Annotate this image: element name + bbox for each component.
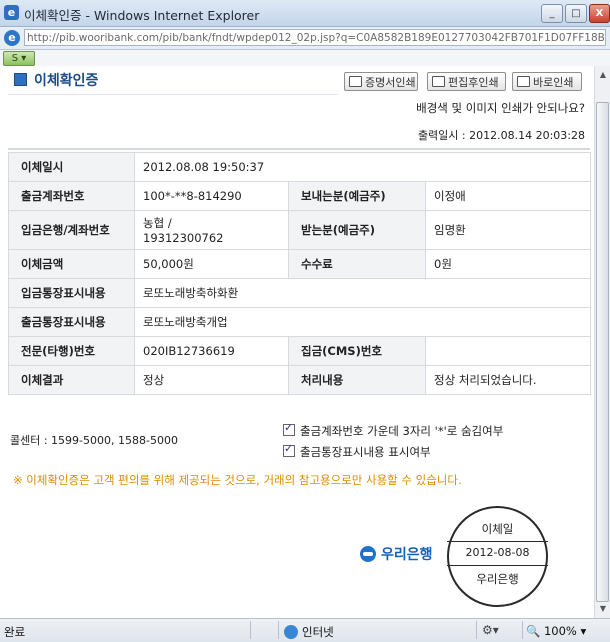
security-zone: 인터넷 bbox=[284, 624, 334, 640]
scroll-thumb[interactable] bbox=[596, 102, 609, 602]
deposit-bank: 농협 / bbox=[143, 216, 172, 230]
table-row: 입금은행/계좌번호 농협 /19312300762 받는분(예금주) 임명환 bbox=[8, 210, 592, 250]
row-label: 이체일시 bbox=[8, 152, 135, 182]
table-row: 입금통장표시내용 로또노래방축하화환 bbox=[8, 278, 592, 308]
row-label: 입금통장표시내용 bbox=[8, 278, 135, 308]
seal-bottom-text: 우리은행 bbox=[476, 572, 519, 586]
status-divider bbox=[250, 621, 251, 639]
row-value: 로또노래방축개업 bbox=[133, 307, 592, 337]
row-value: 020IB12736619 bbox=[134, 336, 289, 366]
toolbar-dropdown-button[interactable]: S ▾ bbox=[3, 51, 35, 66]
close-button[interactable]: X bbox=[589, 4, 610, 23]
row-label: 전문(타행)번호 bbox=[8, 336, 135, 366]
ie-app-icon: e bbox=[4, 5, 19, 20]
row-label: 받는분(예금주) bbox=[288, 210, 426, 250]
url-field[interactable]: http://pib.wooribank.com/pib/bank/fndt/w… bbox=[24, 29, 606, 46]
row-value: 로또노래방축하화환 bbox=[133, 278, 592, 308]
status-divider bbox=[522, 621, 523, 639]
header-divider bbox=[8, 148, 590, 150]
woori-logo-icon bbox=[360, 546, 376, 562]
checkbox-checked-icon[interactable] bbox=[283, 421, 295, 436]
zoom-control[interactable]: 🔍 100% ▾ bbox=[526, 624, 586, 638]
row-value: 정상 bbox=[134, 365, 289, 395]
page-icon: e bbox=[4, 30, 20, 46]
row-value: 2012.08.08 19:50:37 bbox=[133, 152, 592, 182]
print-help-link[interactable]: 배경색 및 이미지 인쇄가 안되나요? bbox=[380, 100, 585, 116]
transfer-details-table: 이체일시 2012.08.08 19:50:37 출금계좌번호 100*-**8… bbox=[8, 152, 592, 395]
maximize-button[interactable]: □ bbox=[565, 4, 587, 23]
printed-at: 출력일시 : 2012.08.14 20:03:28 bbox=[417, 129, 585, 142]
deposit-account: 19312300762 bbox=[143, 231, 224, 245]
seal-top-text: 이체일 bbox=[481, 522, 514, 536]
scroll-down-icon[interactable]: ▼ bbox=[597, 602, 609, 616]
table-row: 출금계좌번호 100*-**8-814290 보내는분(예금주) 이정애 bbox=[8, 181, 592, 211]
browser-toolbar: S ▾ bbox=[0, 50, 610, 66]
checkbox-checked-icon[interactable] bbox=[283, 442, 295, 457]
table-row: 전문(타행)번호 020IB12736619 집금(CMS)번호 bbox=[8, 336, 592, 366]
seal-date: 2012-08-08 bbox=[465, 546, 530, 559]
vertical-scrollbar[interactable]: ▲ ▼ bbox=[594, 66, 610, 618]
woori-bank-logo: 우리은행 bbox=[360, 544, 433, 564]
minimize-button[interactable]: _ bbox=[541, 4, 563, 23]
row-label: 이체결과 bbox=[8, 365, 135, 395]
protected-mode-icon[interactable]: ⚙▾ bbox=[482, 623, 499, 637]
table-row: 이체금액 50,000원 수수료 0원 bbox=[8, 249, 592, 279]
row-value bbox=[424, 336, 592, 366]
table-row: 출금통장표시내용 로또노래방축개업 bbox=[8, 307, 592, 337]
row-label: 집금(CMS)번호 bbox=[288, 336, 426, 366]
status-bar: 완료 인터넷 ⚙▾ 🔍 100% ▾ bbox=[0, 618, 610, 642]
row-value: 농협 /19312300762 bbox=[134, 210, 289, 250]
edit-print-label: 편집후인쇄 bbox=[448, 76, 499, 89]
show-memo-checkbox[interactable]: 출금통장표시내용 표시여부 bbox=[283, 442, 431, 460]
window-title-bar: e 이체확인증 - Windows Internet Explorer _ □ … bbox=[0, 0, 610, 27]
edit-print-button[interactable]: 편집후인쇄 bbox=[427, 72, 506, 91]
transfer-date-seal: 이체일 2012-08-08 우리은행 bbox=[447, 506, 548, 607]
printer-icon bbox=[517, 76, 530, 87]
status-divider bbox=[476, 621, 477, 639]
globe-icon bbox=[284, 625, 298, 639]
page-title-text: 이체확인증 bbox=[34, 73, 99, 89]
title-divider bbox=[8, 94, 338, 95]
row-value: 100*-**8-814290 bbox=[134, 181, 289, 211]
certificate-print-label: 증명서인쇄 bbox=[365, 76, 416, 89]
call-center-info: 콜센터 : 1599-5000, 1588-5000 bbox=[10, 434, 178, 447]
table-row: 이체결과 정상 처리내용 정상 처리되었습니다. bbox=[8, 365, 592, 395]
mask-account-label: 출금계좌번호 가운데 3자리 '*'로 숨김여부 bbox=[300, 424, 504, 438]
table-row: 이체일시 2012.08.08 19:50:37 bbox=[8, 152, 592, 182]
row-value: 0원 bbox=[424, 249, 592, 279]
page-content: 이체확인증 증명서인쇄 편집후인쇄 바로인쇄 배경색 및 이미지 인쇄가 안되나… bbox=[0, 66, 594, 618]
disclaimer-text: ※ 이체확인증은 고객 편의를 위해 제공되는 것으로, 거래의 참고용으로만 … bbox=[13, 473, 462, 487]
zoom-icon: 🔍 bbox=[526, 624, 541, 638]
title-bullet-icon bbox=[14, 73, 27, 86]
zoom-level: 100% bbox=[543, 624, 577, 638]
status-divider bbox=[278, 621, 279, 639]
page-title: 이체확인증 bbox=[14, 70, 98, 90]
bank-logo-text: 우리은행 bbox=[381, 547, 433, 563]
status-text: 완료 bbox=[4, 625, 26, 639]
row-label: 보내는분(예금주) bbox=[288, 181, 426, 211]
certificate-print-button[interactable]: 증명서인쇄 bbox=[344, 72, 418, 91]
printer-icon bbox=[349, 76, 362, 87]
row-value: 임명환 bbox=[424, 210, 592, 250]
address-bar: e http://pib.wooribank.com/pib/bank/fndt… bbox=[0, 27, 610, 50]
row-label: 수수료 bbox=[288, 249, 426, 279]
scroll-up-icon[interactable]: ▲ bbox=[597, 68, 609, 82]
security-zone-label: 인터넷 bbox=[302, 625, 334, 639]
row-label: 출금통장표시내용 bbox=[8, 307, 135, 337]
row-value: 50,000원 bbox=[134, 249, 289, 279]
printer-icon bbox=[432, 76, 445, 87]
row-label: 이체금액 bbox=[8, 249, 135, 279]
row-label: 출금계좌번호 bbox=[8, 181, 135, 211]
row-value: 이정애 bbox=[424, 181, 592, 211]
direct-print-label: 바로인쇄 bbox=[533, 76, 574, 89]
direct-print-button[interactable]: 바로인쇄 bbox=[512, 72, 582, 91]
row-label: 입금은행/계좌번호 bbox=[8, 210, 135, 250]
row-value: 정상 처리되었습니다. bbox=[424, 365, 592, 395]
show-memo-label: 출금통장표시내용 표시여부 bbox=[300, 445, 431, 459]
mask-account-checkbox[interactable]: 출금계좌번호 가운데 3자리 '*'로 숨김여부 bbox=[283, 421, 504, 439]
row-label: 처리내용 bbox=[288, 365, 426, 395]
window-title: 이체확인증 - Windows Internet Explorer bbox=[24, 8, 260, 23]
